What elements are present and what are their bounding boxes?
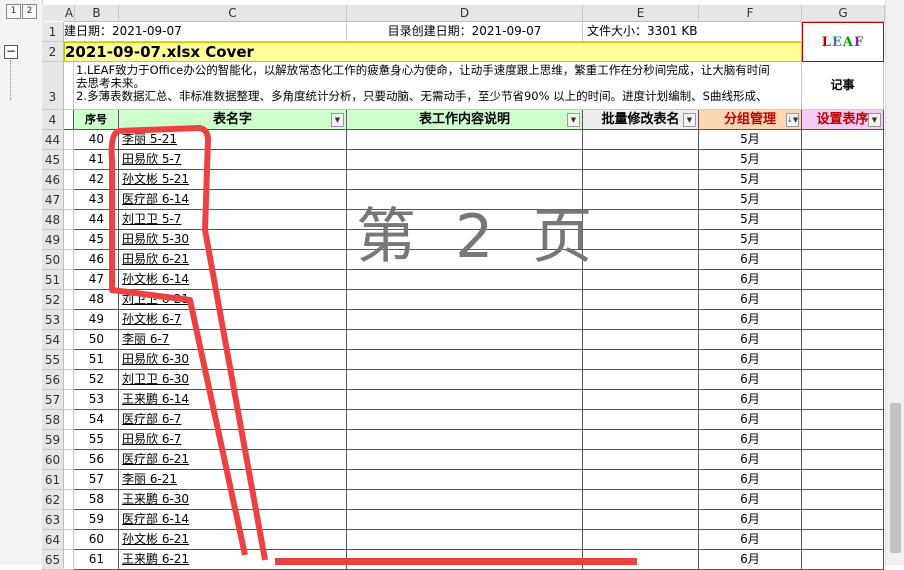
- annotation-callout-box: [275, 558, 637, 565]
- annotation-outline: [117, 125, 268, 561]
- annotation-overlay: [108, 125, 268, 561]
- vertical-scrollbar[interactable]: [885, 0, 904, 565]
- scrollbar-thumb[interactable]: [890, 403, 901, 553]
